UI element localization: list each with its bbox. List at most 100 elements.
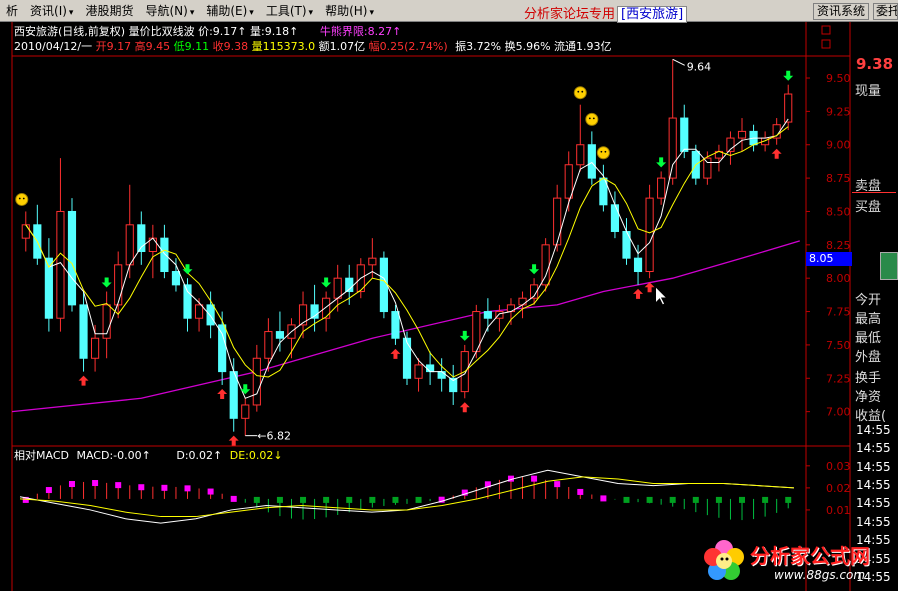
tick-time: 14:55 [856,423,891,437]
window-restore-icon [821,25,831,35]
label-earnings: 收益( [855,409,887,424]
quote-amount: 额1.07亿 [318,40,366,53]
tick-time: 14:55 [856,478,891,492]
macd-block [138,484,145,491]
bull-bear-limit: 牛熊界限:8.27↑ [319,25,402,38]
candle-body [680,117,689,152]
macd-d-line [19,469,795,524]
window-expand-icon [821,39,831,49]
macd-block [600,495,607,502]
candle-body [67,210,77,306]
candle-body [160,237,169,273]
candle-body [298,304,308,326]
macd-block [692,496,699,503]
price-axis-label: 9.25 [826,105,851,118]
quote-open: 开9.17 [95,40,132,53]
smiley-eye [592,117,595,120]
macd-axis-label: 0.02 [826,482,851,495]
price-axis-label: 7.00 [826,406,851,419]
quote-volume: 量115373.0 [251,40,316,53]
price-axis-label: 8.00 [826,272,851,285]
candle-body [402,337,412,379]
macd-block [531,475,538,482]
macd-de-value: DE:0.02↓ [229,449,283,462]
macd-block [785,496,792,503]
price-axis-label: 8.50 [826,205,851,218]
candle-body [541,244,550,286]
macd-block [253,496,260,503]
chart-frame [11,22,851,591]
label-high: 最高 [855,312,882,327]
macd-block [184,485,191,492]
signal-up-arrow-icon [771,148,782,159]
smiley-icon [585,112,599,126]
candle-body [218,324,227,373]
macd-block [739,496,746,503]
smiley-eye [600,150,603,153]
candle-body [252,357,261,406]
macd-block [415,496,422,503]
macd-block [369,496,376,503]
macd-block [45,487,52,494]
candle-body [553,197,562,246]
candle-body [264,331,273,359]
candle-body [391,311,400,339]
candle-body [483,311,492,319]
price-axis-label: 8.75 [826,172,851,185]
smiley-eye [604,150,607,153]
label-low: 最低 [855,331,882,346]
high-annotation-line [672,58,685,66]
quote-change: 幅0.25(2.74%) [368,40,448,53]
candle-body [114,264,123,306]
candle-body [171,271,181,286]
macd-block [68,481,75,488]
price-axis-label: 9.00 [826,139,851,152]
candle-body [379,257,388,313]
label-net-assets: 净资 [855,390,882,405]
macd-block [92,480,99,487]
tick-time: 14:55 [856,441,891,455]
tick-time: 14:55 [856,515,891,529]
candle-body [368,257,377,266]
signal-down-arrow-icon [240,384,251,395]
candle-body [21,224,30,239]
tick-time: 14:55 [856,460,891,474]
candle-body [91,337,100,359]
high-annotation-text: 9.64 [687,60,712,73]
macd-name: 相对MACD [14,449,69,462]
quote-high: 高9.45 [134,40,171,53]
signal-down-arrow-icon [101,277,112,288]
candle-body [564,164,573,199]
macd-block [207,488,214,495]
smiley-eye [22,197,25,200]
macd-block [669,496,676,503]
candle-body [437,371,446,379]
label-turnover: 换手 [855,371,882,386]
signal-up-arrow-icon [217,388,228,399]
candle-body [322,297,331,319]
signal-down-arrow-icon [182,264,193,275]
macd-value: MACD:-0.00↑ [76,449,151,462]
candle-body [703,157,712,179]
macd-block [623,496,630,503]
candle-body [576,144,585,166]
low-annotation-text: ←6.82 [257,430,291,443]
candle-body [518,297,527,306]
candle-body [426,364,435,373]
macd-axis-label: 0.03 [826,460,851,473]
price-axis-label: 7.25 [826,372,851,385]
candle-body [56,210,65,319]
signal-down-arrow-icon [656,157,667,168]
macd-block [161,484,168,491]
quote-float: 流通1.93亿 [554,40,612,53]
side-panel-toggle[interactable] [880,252,898,280]
quote-date: 2010/04/12/一 [14,40,93,53]
candle-body [194,304,204,319]
price-chart[interactable]: 9.64 ←6.82 9.50 9.25 9.00 8.75 8.50 8.25 8.00 7.… [0,0,898,591]
candle-body [125,224,134,266]
smiley-icon [15,192,29,206]
smiley-eye [577,90,580,93]
candle-body [275,331,285,339]
smiley-icon [573,86,587,100]
macd-d-value: D:0.02↑ [176,449,223,462]
